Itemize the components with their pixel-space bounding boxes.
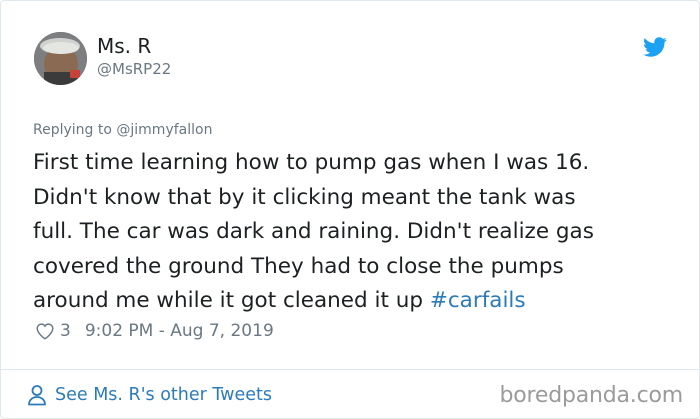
boredpanda-watermark: boredpanda.com — [499, 383, 683, 408]
twitter-bird-icon[interactable] — [643, 35, 667, 59]
person-icon — [28, 385, 46, 406]
see-other-tweets-link[interactable]: See Ms. R's other Tweets — [27, 381, 272, 409]
author-handle[interactable]: @MsRP22 — [97, 59, 171, 79]
tweet-meta: 3 9:02 PM - Aug 7, 2019 — [34, 319, 274, 343]
replying-to-line: Replying to @jimmyfallon — [33, 121, 212, 139]
heart-icon[interactable] — [34, 320, 56, 342]
see-other-tweets-label[interactable]: See Ms. R's other Tweets — [55, 385, 272, 405]
tweet-card: Ms. R @MsRP22 Replying to @jimmyfallon F… — [0, 0, 700, 419]
hashtag-link[interactable]: #carfails — [430, 288, 526, 313]
reply-mention-link[interactable]: @jimmyfallon — [116, 122, 212, 138]
tweet-text: First time learning how to pump gas when… — [33, 146, 683, 319]
timestamp[interactable]: 9:02 PM - Aug 7, 2019 — [85, 321, 274, 341]
replying-to-label: Replying to — [33, 122, 112, 138]
avatar[interactable] — [34, 32, 87, 85]
like-count[interactable]: 3 — [60, 321, 71, 341]
divider — [1, 369, 700, 370]
author-display-name[interactable]: Ms. R — [97, 34, 151, 58]
